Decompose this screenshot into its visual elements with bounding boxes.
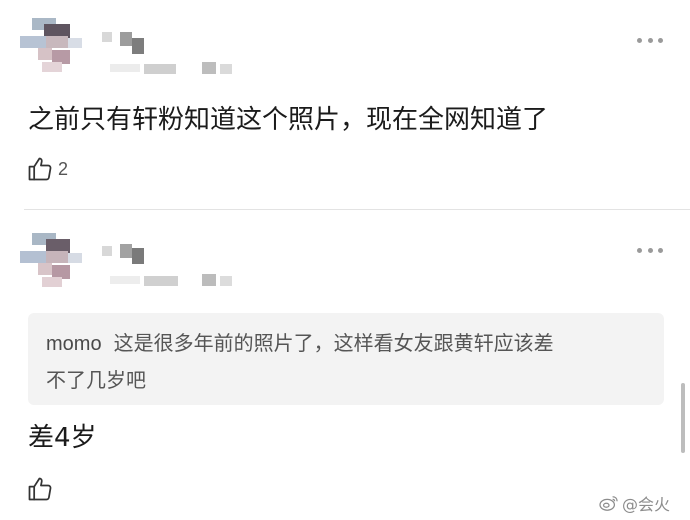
watermark-text: @会火 [622, 495, 671, 514]
quote-line: momo 这是很多年前的照片了，这样看女友跟黄轩应该差 [46, 325, 648, 362]
watermark: @会火 [598, 491, 670, 515]
like-button[interactable] [26, 474, 58, 504]
thumbs-up-icon [28, 477, 52, 501]
username-blurred[interactable] [102, 242, 148, 266]
quoted-comment[interactable]: momo 这是很多年前的照片了，这样看女友跟黄轩应该差 不了几岁吧 [28, 313, 664, 405]
weibo-logo-icon [599, 496, 618, 511]
comment-item: momo 这是很多年前的照片了，这样看女友跟黄轩应该差 不了几岁吧 差4岁 [0, 0, 690, 520]
more-menu-icon[interactable] [637, 246, 663, 254]
scrollbar[interactable] [681, 383, 685, 453]
quote-text-line2: 不了几岁吧 [46, 368, 146, 392]
avatar[interactable] [20, 233, 90, 289]
timestamp-blurred [110, 274, 240, 288]
comment-text: 差4岁 [28, 423, 97, 453]
quote-author[interactable]: momo [46, 333, 102, 355]
quote-text-line1: 这是很多年前的照片了，这样看女友跟黄轩应该差 [113, 331, 554, 355]
